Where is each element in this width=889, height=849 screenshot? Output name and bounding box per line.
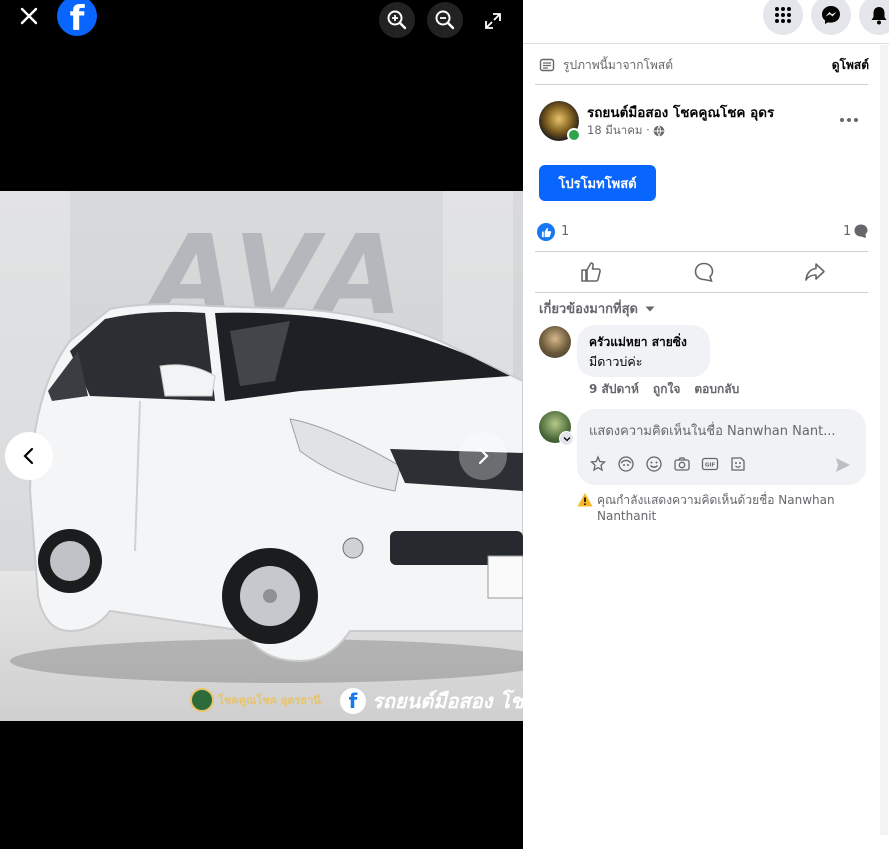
chevron-right-icon bbox=[478, 447, 489, 465]
comment-like-button[interactable]: ถูกใจ bbox=[653, 380, 680, 399]
gif-icon[interactable]: GIF bbox=[701, 455, 719, 473]
messenger-icon[interactable] bbox=[811, 0, 851, 35]
post-meta: 18 มีนาคม · bbox=[587, 122, 665, 140]
more-icon[interactable] bbox=[835, 110, 863, 130]
comment-button[interactable] bbox=[686, 258, 722, 286]
caret-down-icon bbox=[645, 306, 655, 311]
chevron-left-icon bbox=[23, 447, 34, 465]
post-panel: รูปภาพนี้มาจากโพสต์ ดูโพสต์ รถยนต์มือสอง… bbox=[523, 0, 889, 849]
comment-actions: 9 สัปดาห์ ถูกใจ ตอบกลับ bbox=[589, 380, 739, 399]
comment-sort-dropdown[interactable]: เกี่ยวข้องมากที่สุด bbox=[539, 298, 656, 319]
comment-input[interactable]: แสดงความคิดเห็นในชื่อ Nanwhan Nant... bbox=[589, 420, 836, 441]
like-reaction-icon[interactable] bbox=[537, 223, 555, 241]
divider bbox=[535, 251, 868, 252]
view-post-link[interactable]: ดูโพสต์ bbox=[832, 56, 869, 75]
panel-scrollbar[interactable] bbox=[880, 45, 888, 835]
svg-text:GIF: GIF bbox=[705, 463, 716, 469]
car-photo: AVA โชคคูณโชค อุดรธานี f รถยนต์มือสอง โช bbox=[0, 191, 523, 721]
overlay-caption: f รถยนต์มือสอง โช bbox=[340, 685, 523, 717]
sticker-icon[interactable] bbox=[589, 455, 607, 473]
emoji-icon[interactable] bbox=[645, 455, 663, 473]
close-icon[interactable] bbox=[16, 3, 42, 29]
avatar-sticker-icon[interactable] bbox=[617, 455, 635, 473]
comment-bubble: ครัวแม่หยา สายซิ่ง มีดาวบ่ค่ะ bbox=[577, 325, 710, 377]
comment-author-avatar[interactable] bbox=[539, 326, 571, 358]
comment-count[interactable]: 1 bbox=[843, 223, 869, 239]
like-count[interactable]: 1 bbox=[561, 224, 569, 239]
comment-icon bbox=[694, 262, 714, 283]
overlay-logo: โชคคูณโชค อุดรธานี bbox=[190, 688, 321, 712]
facebook-logo-icon[interactable]: f bbox=[57, 0, 97, 36]
comment-composer[interactable]: แสดงความคิดเห็นในชื่อ Nanwhan Nant... GI… bbox=[577, 409, 866, 485]
warning-text-line2: Nanthanit bbox=[597, 509, 657, 523]
zoom-out-icon[interactable] bbox=[427, 2, 463, 38]
share-icon bbox=[805, 263, 825, 281]
like-icon bbox=[581, 262, 601, 282]
page-name[interactable]: รถยนต์มือสอง โชคคูณโชค อุดร bbox=[587, 101, 774, 123]
post-source-row: รูปภาพนี้มาจากโพสต์ ดูโพสต์ bbox=[539, 55, 869, 75]
like-button[interactable] bbox=[573, 258, 609, 286]
previous-photo-button[interactable] bbox=[5, 432, 53, 480]
promote-post-button[interactable]: โปรโมทโพสต์ bbox=[539, 165, 656, 201]
comment-author-name[interactable]: ครัวแม่หยา สายซิ่ง bbox=[589, 333, 687, 352]
comment-sort-label: เกี่ยวข้องมากที่สุด bbox=[539, 302, 638, 317]
comment-bubble-icon bbox=[854, 224, 868, 238]
post-source-note: รูปภาพนี้มาจากโพสต์ bbox=[563, 57, 673, 72]
camera-icon[interactable] bbox=[673, 455, 691, 473]
post-date[interactable]: 18 มีนาคม · bbox=[587, 122, 650, 140]
comment-reply-button[interactable]: ตอบกลับ bbox=[694, 380, 739, 399]
divider bbox=[535, 292, 868, 293]
overlay-facebook-icon: f bbox=[340, 688, 366, 714]
photo-viewer: AVA โชคคูณโชค อุดรธานี f รถยนต์มือสอง โช… bbox=[0, 0, 523, 849]
car-illustration bbox=[10, 303, 523, 683]
overlay-logo-text: โชคคูณโชค อุดรธานี bbox=[218, 694, 321, 707]
composer-tools: GIF bbox=[589, 455, 747, 473]
globe-icon bbox=[653, 125, 665, 137]
online-status-dot bbox=[567, 128, 581, 142]
header-divider bbox=[523, 43, 889, 44]
post-note-icon bbox=[539, 58, 555, 72]
sticker-face-icon[interactable] bbox=[729, 455, 747, 473]
send-icon[interactable] bbox=[834, 456, 852, 474]
share-button[interactable] bbox=[797, 258, 833, 286]
divider bbox=[535, 84, 868, 85]
avatar-switch-icon[interactable] bbox=[559, 431, 574, 446]
bell-icon[interactable] bbox=[859, 0, 889, 35]
zoom-in-icon[interactable] bbox=[379, 2, 415, 38]
fullscreen-icon[interactable] bbox=[482, 10, 504, 32]
comment-time[interactable]: 9 สัปดาห์ bbox=[589, 380, 639, 399]
warning-text-line1: คุณกำลังแสดงความคิดเห็นด้วยชื่อ Nanwhan bbox=[597, 493, 835, 507]
menu-grid-icon[interactable] bbox=[763, 0, 803, 35]
comment-text: มีดาวบ่ค่ะ bbox=[589, 354, 643, 369]
warning-icon bbox=[577, 493, 593, 507]
next-photo-button[interactable] bbox=[459, 432, 507, 480]
